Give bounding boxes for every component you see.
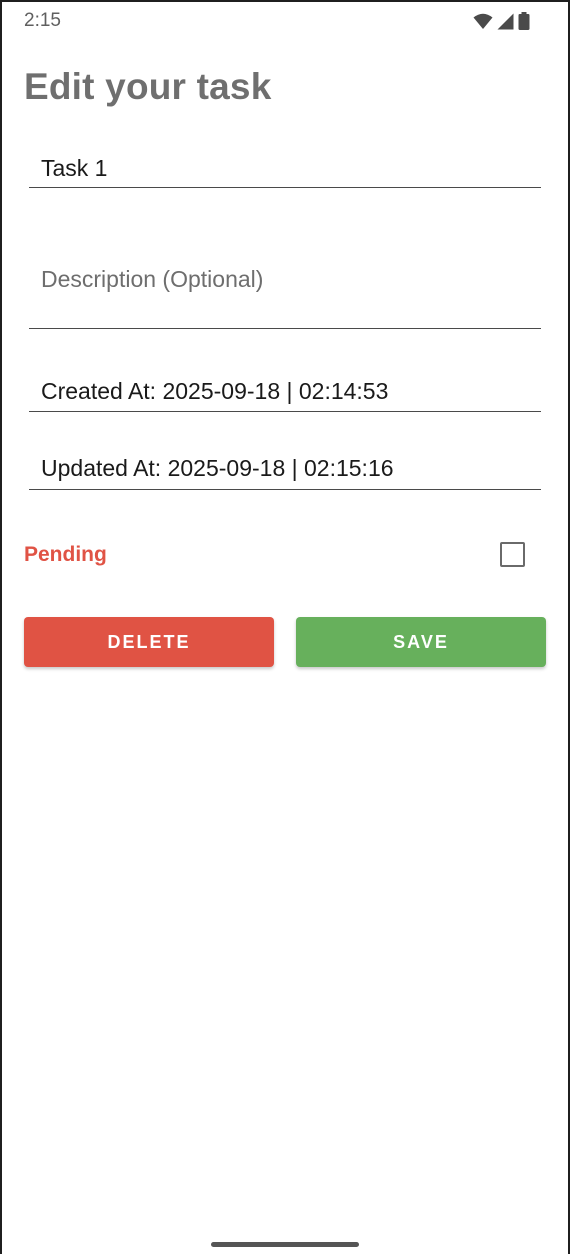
created-at-value: Created At: 2025-09-18 | 02:14:53 bbox=[41, 378, 389, 404]
app-screen: 2:15 Edit your task Task 1 Description (… bbox=[0, 0, 570, 1254]
updated-at-field: Updated At: 2025-09-18 | 02:15:16 bbox=[29, 442, 541, 490]
wifi-icon bbox=[473, 13, 493, 30]
navigation-handle[interactable] bbox=[211, 1242, 359, 1247]
status-label: Pending bbox=[24, 543, 107, 566]
cell-signal-icon bbox=[497, 13, 514, 30]
status-bar: 2:15 bbox=[2, 2, 568, 42]
description-field[interactable]: Description (Optional) bbox=[29, 242, 541, 329]
delete-button[interactable]: DELETE bbox=[24, 617, 274, 667]
description-placeholder: Description (Optional) bbox=[41, 266, 264, 292]
status-icons bbox=[473, 12, 530, 30]
task-title-field[interactable]: Task 1 bbox=[29, 142, 541, 188]
created-at-field: Created At: 2025-09-18 | 02:14:53 bbox=[29, 364, 541, 412]
completed-checkbox[interactable] bbox=[500, 542, 525, 567]
updated-at-value: Updated At: 2025-09-18 | 02:15:16 bbox=[41, 455, 394, 481]
task-title-value: Task 1 bbox=[41, 155, 108, 181]
save-button[interactable]: SAVE bbox=[296, 617, 546, 667]
page-title: Edit your task bbox=[24, 66, 272, 107]
battery-icon bbox=[518, 12, 530, 30]
status-time: 2:15 bbox=[24, 10, 61, 31]
